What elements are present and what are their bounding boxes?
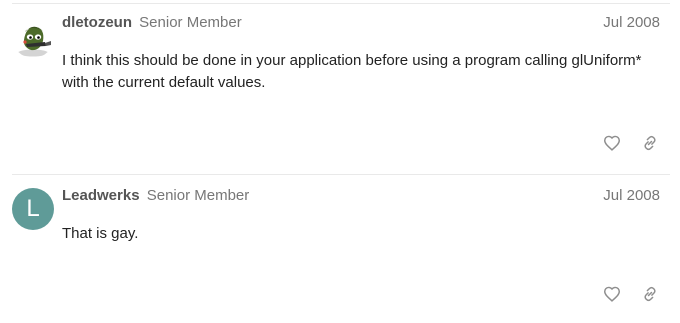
post-actions [602, 132, 660, 154]
post-actions [602, 283, 660, 305]
user-title: Senior Member [139, 14, 242, 31]
post-header: dletozeun Senior Member Jul 2008 [62, 13, 660, 33]
username[interactable]: dletozeun [62, 14, 132, 31]
post-divider [12, 174, 670, 175]
post-date[interactable]: Jul 2008 [603, 186, 660, 206]
share-link-button[interactable] [640, 133, 660, 153]
post-header: Leadwerks Senior Member Jul 2008 [62, 186, 660, 206]
like-button[interactable] [602, 284, 622, 304]
topic-page: dletozeun Senior Member Jul 2008 I think… [0, 0, 680, 323]
avatar[interactable]: L [12, 188, 54, 230]
link-icon [644, 286, 656, 302]
link-icon [644, 135, 656, 151]
avatar-letter: L [26, 195, 40, 222]
avatar-image [12, 16, 54, 58]
post-divider [12, 3, 670, 4]
user-title: Senior Member [146, 187, 250, 204]
like-button[interactable] [602, 133, 622, 153]
share-link-button[interactable] [640, 284, 660, 304]
heart-icon [603, 286, 621, 302]
username[interactable]: Leadwerks [62, 187, 140, 204]
post-body: That is gay. [62, 225, 139, 242]
post-body: I think this should be done in your appl… [62, 52, 642, 91]
heart-icon [603, 135, 621, 151]
avatar[interactable] [12, 16, 54, 58]
post-date[interactable]: Jul 2008 [603, 13, 660, 33]
